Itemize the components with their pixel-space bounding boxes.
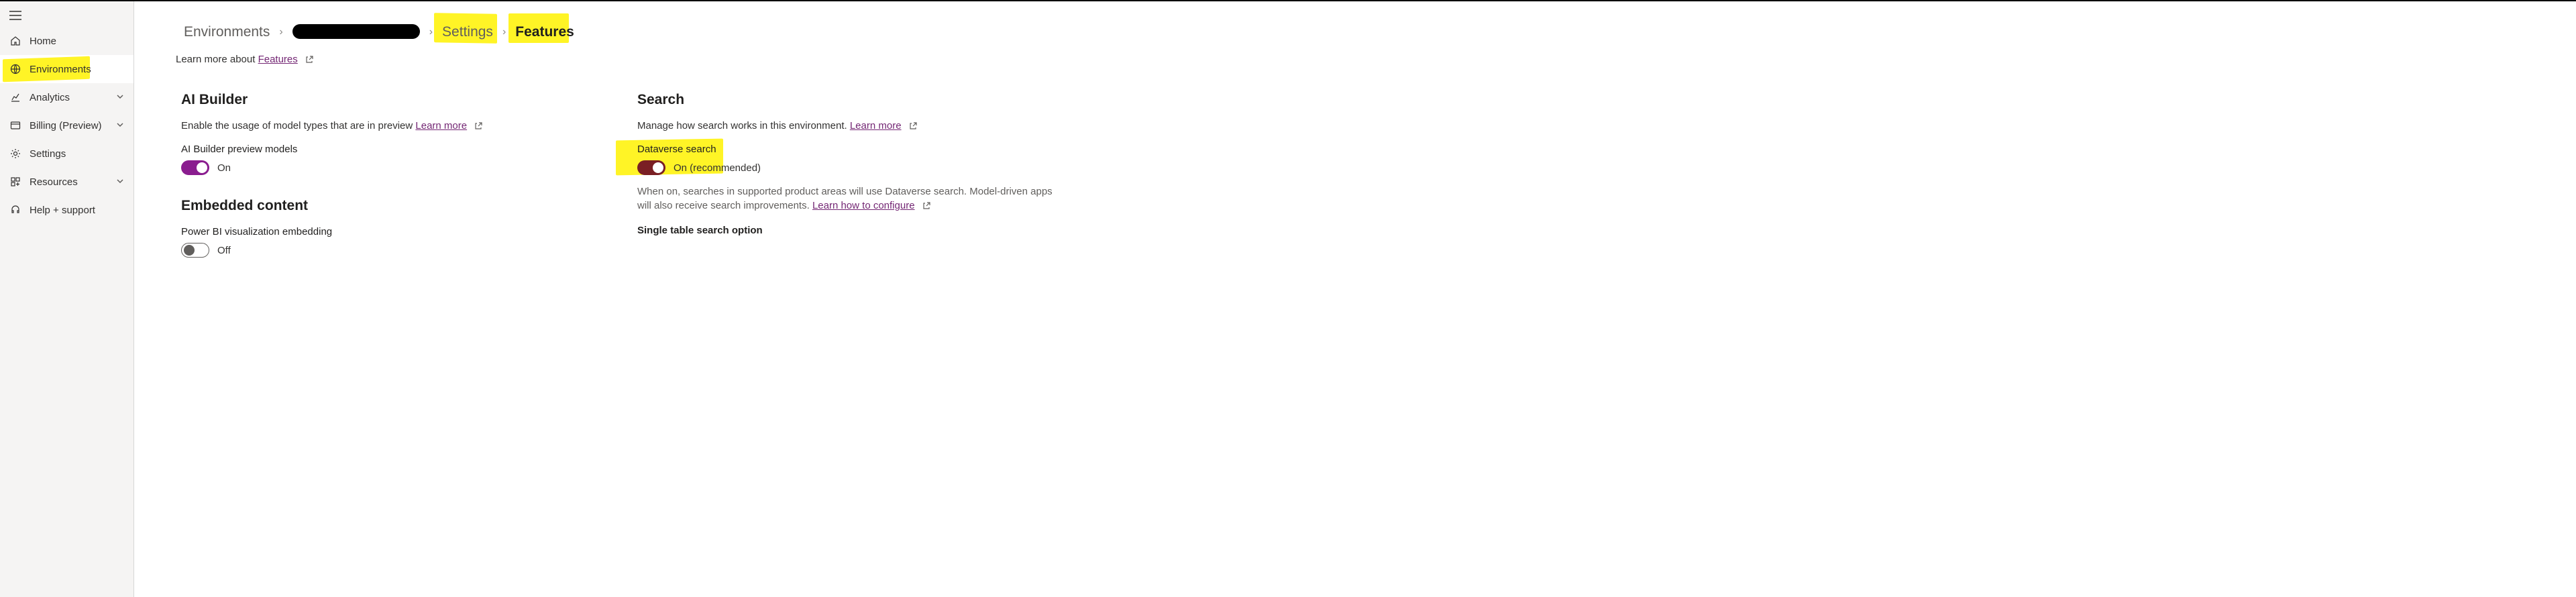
right-column: Search Manage how search works in this e… xyxy=(637,92,1067,267)
chart-icon xyxy=(9,91,21,103)
hamburger-icon[interactable] xyxy=(9,11,124,20)
field-label-text: AI Builder preview models xyxy=(181,144,297,155)
sidebar-item-settings[interactable]: Settings xyxy=(0,140,133,168)
external-link-icon xyxy=(908,121,918,131)
dataverse-desc: When on, searches in supported product a… xyxy=(637,184,1053,213)
dataverse-toggle-state: On (recommended) xyxy=(674,162,761,174)
learn-more-prefix: Learn more about xyxy=(176,54,258,65)
ai-preview-toggle[interactable] xyxy=(181,160,209,175)
ai-builder-desc-text: Enable the usage of model types that are… xyxy=(181,120,415,131)
ai-builder-title: AI Builder xyxy=(181,92,597,108)
billing-icon xyxy=(9,119,21,131)
breadcrumb-features: Features xyxy=(513,23,577,42)
single-table-label: Single table search option xyxy=(637,225,1067,236)
sidebar-item-label: Billing (Preview) xyxy=(30,120,108,131)
ai-preview-models-label: AI Builder preview models xyxy=(181,144,297,155)
powerbi-label: Power BI visualization embedding xyxy=(181,226,332,237)
configure-link[interactable]: Learn how to configure xyxy=(812,200,915,211)
ai-preview-toggle-row: On xyxy=(181,160,597,175)
dataverse-toggle-row: On (recommended) xyxy=(637,160,1067,175)
sidebar-item-help[interactable]: Help + support xyxy=(0,196,133,224)
content-columns: AI Builder Enable the usage of model typ… xyxy=(181,92,2549,267)
sidebar-item-label: Settings xyxy=(30,148,124,160)
sidebar-item-environments[interactable]: Environments xyxy=(0,55,133,83)
search-learn-more-link[interactable]: Learn more xyxy=(850,120,902,131)
sidebar-item-label: Home xyxy=(30,36,124,47)
sidebar: Home Environments Analytics Billing (Pre… xyxy=(0,1,134,597)
resources-icon xyxy=(9,176,21,188)
sidebar-item-analytics[interactable]: Analytics xyxy=(0,83,133,111)
sidebar-item-home[interactable]: Home xyxy=(0,27,133,55)
dataverse-toggle[interactable] xyxy=(637,160,665,175)
breadcrumb-label: Features xyxy=(515,24,574,40)
ai-preview-toggle-state: On xyxy=(217,162,231,174)
toggle-knob xyxy=(653,162,663,173)
breadcrumb-environments[interactable]: Environments xyxy=(181,23,272,42)
field-label-text: Power BI visualization embedding xyxy=(181,226,332,237)
breadcrumb-label: Environments xyxy=(184,24,270,40)
dataverse-search-label: Dataverse search xyxy=(637,144,716,155)
home-icon xyxy=(9,35,21,47)
globe-icon xyxy=(9,63,21,75)
chevron-down-icon xyxy=(116,93,124,103)
ai-builder-learn-more-link[interactable]: Learn more xyxy=(415,120,467,131)
sidebar-item-label: Environments xyxy=(30,64,124,75)
breadcrumb: Environments › › Settings › Features xyxy=(181,21,2549,43)
sidebar-item-resources[interactable]: Resources xyxy=(0,168,133,196)
search-title: Search xyxy=(637,92,1067,108)
sidebar-item-label: Analytics xyxy=(30,92,108,103)
search-desc-text: Manage how search works in this environm… xyxy=(637,120,850,131)
field-label-text: Dataverse search xyxy=(637,144,716,155)
sidebar-item-label: Resources xyxy=(30,176,108,188)
chevron-down-icon xyxy=(116,177,124,187)
headset-icon xyxy=(9,204,21,216)
sidebar-item-billing[interactable]: Billing (Preview) xyxy=(0,111,133,140)
left-column: AI Builder Enable the usage of model typ… xyxy=(181,92,597,267)
learn-more-line: Learn more about Features xyxy=(176,54,2549,65)
chevron-right-icon: › xyxy=(502,26,506,38)
breadcrumb-redacted[interactable] xyxy=(290,21,423,43)
breadcrumb-label: Settings xyxy=(442,24,493,40)
gear-icon xyxy=(9,148,21,160)
external-link-icon xyxy=(922,201,931,211)
toggle-knob xyxy=(197,162,207,173)
hamburger-row xyxy=(0,5,133,27)
powerbi-toggle[interactable] xyxy=(181,243,209,258)
app-root: Home Environments Analytics Billing (Pre… xyxy=(0,0,2576,597)
ai-builder-desc: Enable the usage of model types that are… xyxy=(181,120,597,131)
powerbi-toggle-state: Off xyxy=(217,245,231,256)
chevron-right-icon: › xyxy=(279,26,282,38)
redacted-env-name xyxy=(292,24,420,39)
chevron-down-icon xyxy=(116,121,124,131)
embedded-title: Embedded content xyxy=(181,198,597,214)
features-link[interactable]: Features xyxy=(258,54,298,65)
main-content: Environments › › Settings › Features Lea… xyxy=(134,1,2576,597)
breadcrumb-settings[interactable]: Settings xyxy=(439,23,496,42)
external-link-icon xyxy=(474,121,483,131)
chevron-right-icon: › xyxy=(429,26,433,38)
sidebar-item-label: Help + support xyxy=(30,205,124,216)
toggle-knob xyxy=(184,245,195,256)
external-link-icon xyxy=(305,55,314,64)
search-desc: Manage how search works in this environm… xyxy=(637,120,1067,131)
powerbi-toggle-row: Off xyxy=(181,243,597,258)
